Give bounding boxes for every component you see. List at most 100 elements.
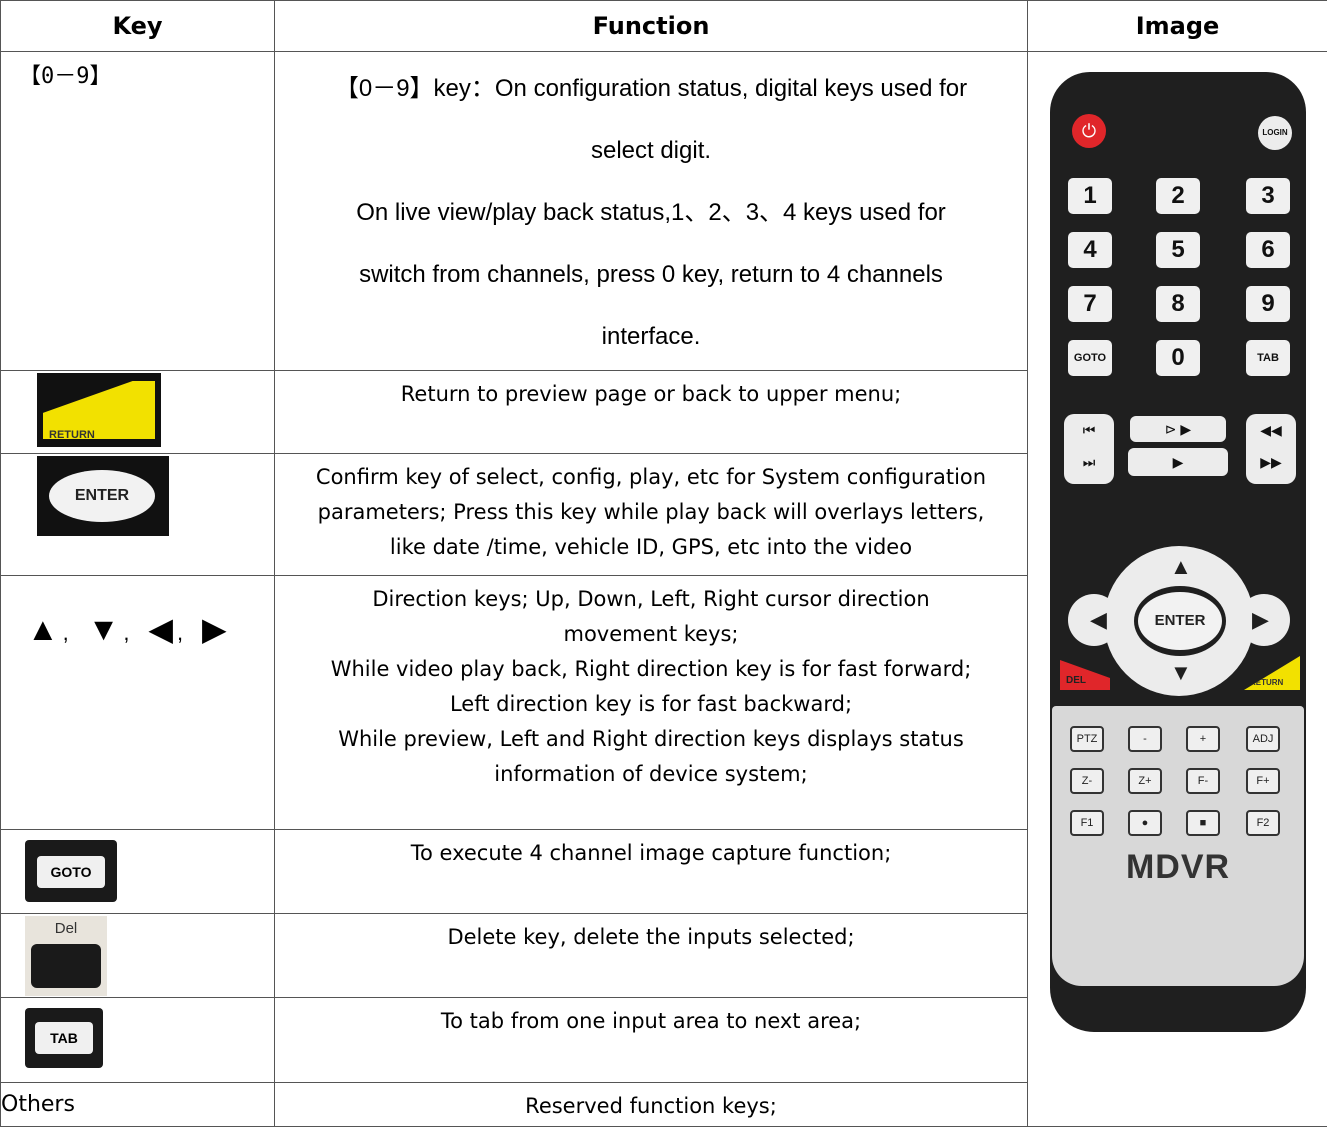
key-cell-goto: GOTO: [0, 829, 275, 914]
remote-key-8: 8: [1156, 286, 1200, 322]
goto-key-icon: GOTO: [25, 840, 117, 902]
up-arrow-icon: ▲: [27, 611, 61, 647]
remote-key-5: 5: [1156, 232, 1200, 268]
function-line: Reserved function keys;: [525, 1094, 777, 1118]
function-line: While preview, Left and Right direction …: [338, 727, 964, 751]
remote-login-key: LOGIN: [1258, 116, 1292, 150]
remote-speed-buttons: ◀◀ ▶▶: [1246, 414, 1296, 484]
header-image: Image: [1027, 0, 1327, 52]
function-line: parameters; Press this key while play ba…: [317, 500, 985, 524]
function-line: movement keys;: [563, 622, 739, 646]
goto-key-label: GOTO: [37, 856, 105, 888]
left-arrow-icon: ◀: [1090, 607, 1107, 632]
row-digits: 【0－9】 【0－9】key：On configuration status, …: [0, 51, 1327, 1127]
header-key: Key: [0, 0, 275, 52]
remote-pad-key: F+: [1246, 768, 1280, 794]
function-line: interface.: [601, 323, 701, 350]
remote-key-2: 2: [1156, 178, 1200, 214]
remote-pad-key: PTZ: [1070, 726, 1104, 752]
remote-tab-key: TAB: [1246, 340, 1290, 376]
right-arrow-icon: ▶: [202, 611, 229, 647]
remote-key-6: 6: [1246, 232, 1290, 268]
function-cell-return: Return to preview page or back to upper …: [274, 370, 1028, 454]
function-line: information of device system;: [494, 762, 808, 786]
key-cell-enter: ENTER: [0, 453, 275, 576]
remote-return-key: RETURN: [1244, 656, 1300, 690]
function-line: To execute 4 channel image capture funct…: [410, 841, 892, 865]
remote-step-buttons: ⊳ ▶: [1130, 416, 1226, 442]
remote-key-9: 9: [1246, 286, 1290, 322]
key-cell-return: RETURN: [0, 370, 275, 454]
function-line: select digit.: [590, 137, 712, 164]
return-key-icon: RETURN: [37, 373, 161, 447]
key-cell-digits: 【0－9】: [0, 51, 275, 371]
left-arrow-icon: ◀: [148, 611, 175, 647]
record-icon: ●: [1128, 810, 1162, 836]
enter-key-icon: ENTER: [37, 456, 169, 536]
function-cell-tab: To tab from one input area to next area;: [274, 997, 1028, 1083]
function-line: switch from channels, press 0 key, retur…: [359, 261, 943, 288]
digits-key-label: 【0－9】: [19, 64, 112, 89]
stop-icon: ■: [1186, 810, 1220, 836]
tab-key-label: TAB: [35, 1022, 93, 1054]
power-icon: ⏻: [1072, 114, 1106, 148]
function-line: While video play back, Right direction k…: [330, 657, 972, 681]
remote-key-7: 7: [1068, 286, 1112, 322]
function-line: Direction keys; Up, Down, Left, Right cu…: [372, 587, 930, 611]
right-arrow-icon: ▶: [1252, 607, 1269, 632]
remote-key-4: 4: [1068, 232, 1112, 268]
down-arrow-icon: ▼: [87, 611, 122, 647]
function-line: Left direction key is for fast backward;: [449, 692, 853, 716]
function-line: like date /time, vehicle ID, GPS, etc in…: [389, 535, 913, 559]
direction-keys: ▲, ▼, ◀, ▶: [27, 611, 229, 647]
tab-key-icon: TAB: [25, 1008, 103, 1068]
key-cell-direction: ▲, ▼, ◀, ▶: [0, 575, 275, 830]
remote-del-key: DEL: [1060, 660, 1110, 690]
remote-pad-key: F2: [1246, 810, 1280, 836]
function-line: 【0－9】key：On configuration status, digita…: [334, 75, 968, 102]
key-cell-del: Del: [0, 913, 275, 998]
function-line: On live view/play back status,1、2、3、4 ke…: [356, 199, 946, 226]
remote-pad-key: Z+: [1128, 768, 1162, 794]
header-row: Key Function Image: [0, 0, 1327, 52]
function-cell-digits: 【0－9】key：On configuration status, digita…: [274, 51, 1028, 371]
remote-key-1: 1: [1068, 178, 1112, 214]
header-function: Function: [274, 0, 1028, 52]
function-line: Return to preview page or back to upper …: [400, 382, 902, 406]
remote-enter-key: ENTER: [1138, 592, 1222, 650]
function-cell-enter: Confirm key of select, config, play, etc…: [274, 453, 1028, 576]
key-function-table: Key Function Image 【0－9】 【0－9】key：On con…: [0, 0, 1327, 1127]
remote-pad-key: F-: [1186, 768, 1220, 794]
remote-pad-key: Z-: [1070, 768, 1104, 794]
function-line: Delete key, delete the inputs selected;: [447, 925, 855, 949]
down-arrow-icon: ▼: [1170, 660, 1192, 685]
function-cell-del: Delete key, delete the inputs selected;: [274, 913, 1028, 998]
del-key-icon: Del: [25, 916, 107, 996]
key-cell-others: Others: [0, 1082, 275, 1127]
remote-pad-key: +: [1186, 726, 1220, 752]
remote-del-label: DEL: [1066, 675, 1086, 686]
function-line: Confirm key of select, config, play, etc…: [315, 465, 987, 489]
remote-pad-key: ADJ: [1246, 726, 1280, 752]
remote-pad-key: -: [1128, 726, 1162, 752]
function-cell-direction: Direction keys; Up, Down, Left, Right cu…: [274, 575, 1028, 830]
function-cell-others: Reserved function keys;: [274, 1082, 1028, 1127]
remote-goto-key: GOTO: [1068, 340, 1112, 376]
del-key-label: Del: [54, 920, 78, 937]
remote-key-3: 3: [1246, 178, 1290, 214]
return-key-label: RETURN: [49, 429, 95, 441]
remote-return-label: RETURN: [1250, 678, 1284, 687]
remote-control-image: ⏻ LOGIN 1 2 3 4 5 6 7 8 9 GOTO 0 TAB ⏮ ⏭ …: [1050, 72, 1306, 1032]
up-arrow-icon: ▲: [1170, 554, 1192, 579]
remote-brand: MDVR: [1125, 848, 1231, 886]
play-icon: ▶: [1128, 448, 1228, 476]
remote-skip-buttons: ⏮ ⏭: [1064, 414, 1114, 484]
remote-key-0: 0: [1156, 340, 1200, 376]
image-cell: ⏻ LOGIN 1 2 3 4 5 6 7 8 9 GOTO 0 TAB ⏮ ⏭ …: [1027, 51, 1327, 1127]
remote-pad-key: F1: [1070, 810, 1104, 836]
function-line: To tab from one input area to next area;: [440, 1009, 862, 1033]
function-cell-goto: To execute 4 channel image capture funct…: [274, 829, 1028, 914]
key-cell-tab: TAB: [0, 997, 275, 1083]
enter-key-label: ENTER: [49, 470, 155, 522]
remote-function-pad: PTZ - + ADJ Z- Z+ F- F+ F1 ● ■ F2 MDVR: [1052, 706, 1304, 986]
